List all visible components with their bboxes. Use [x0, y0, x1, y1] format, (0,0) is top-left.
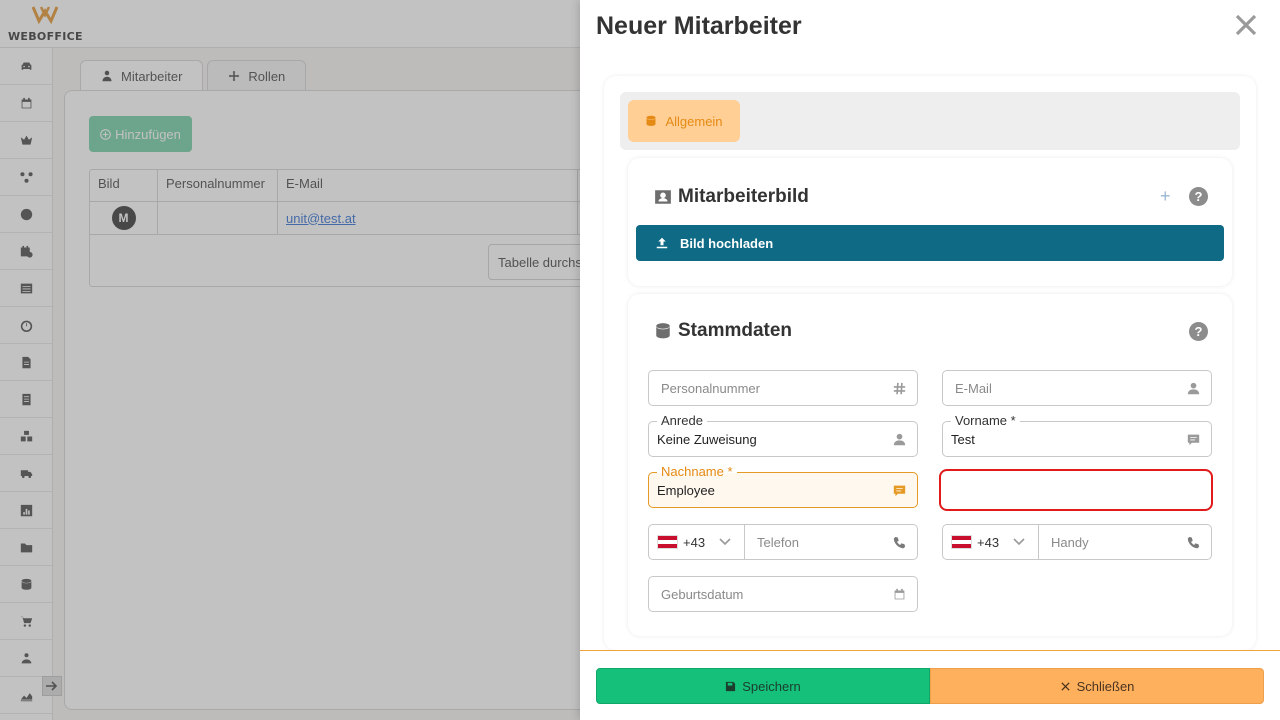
field-value: Keine Zuweisung — [657, 432, 757, 447]
hashtag-icon — [893, 382, 906, 395]
country-code-select[interactable]: +43 — [649, 525, 745, 559]
id-badge-icon — [655, 190, 671, 204]
help-icon[interactable]: ? — [1189, 187, 1208, 206]
field-label: Vorname * — [951, 413, 1020, 429]
save-button[interactable]: Speichern — [596, 668, 930, 704]
field-label: Nachname * — [657, 464, 737, 480]
country-code: +43 — [683, 535, 706, 550]
employee-image-card: Mitarbeiterbild + ? Bild hochladen — [628, 158, 1232, 286]
country-code-select[interactable]: +43 — [943, 525, 1039, 559]
placeholder: Geburtsdatum — [661, 587, 744, 602]
nachname-field[interactable]: Nachname * Employee — [648, 464, 918, 508]
placeholder: Telefon — [757, 535, 799, 550]
placeholder: E-Mail — [955, 381, 992, 396]
chevron-down-icon — [1013, 538, 1025, 546]
chevron-down-icon — [719, 538, 731, 546]
card-title: Mitarbeiterbild — [654, 186, 809, 208]
add-image-icon[interactable]: + — [1160, 186, 1171, 207]
category-label: Allgemein — [665, 113, 723, 129]
drawer-title: Neuer Mitarbeiter — [596, 12, 802, 40]
category-bar: Allgemein — [620, 92, 1240, 150]
database-icon — [656, 323, 670, 339]
upload-image-button[interactable]: Bild hochladen — [636, 225, 1224, 261]
telefon-field[interactable]: +43 Telefon — [648, 524, 918, 560]
highlighted-empty-field[interactable] — [939, 469, 1213, 511]
calendar-icon — [894, 588, 905, 600]
new-employee-drawer: Neuer Mitarbeiter Allgemein Mitarbeiterb… — [580, 0, 1280, 720]
database-icon — [646, 115, 656, 126]
phone-icon — [893, 536, 906, 549]
personalnummer-field[interactable]: Personalnummer — [648, 370, 918, 406]
master-data-card: Stammdaten ? Personalnummer E-Mail Anred… — [628, 294, 1232, 636]
user-icon — [893, 433, 906, 446]
cancel-button[interactable]: Schließen — [930, 668, 1264, 704]
card-title: Stammdaten — [654, 320, 792, 342]
comment-icon — [893, 485, 906, 497]
placeholder: Personalnummer — [661, 381, 760, 396]
anrede-select[interactable]: Anrede Keine Zuweisung — [648, 413, 918, 457]
drawer-footer: Speichern Schließen — [580, 650, 1280, 720]
field-value: Employee — [657, 483, 715, 498]
placeholder: Handy — [1051, 535, 1089, 550]
close-icon — [1235, 14, 1257, 36]
card-title-text: Stammdaten — [678, 320, 793, 341]
close-label: Schließen — [1076, 678, 1135, 694]
austria-flag-icon — [657, 535, 678, 549]
upload-label: Bild hochladen — [680, 235, 774, 251]
user-icon — [1187, 382, 1200, 395]
close-icon — [1060, 681, 1070, 691]
field-value: Test — [951, 432, 975, 447]
save-icon — [726, 681, 736, 691]
modal-overlay[interactable] — [0, 0, 580, 720]
country-code: +43 — [977, 535, 1000, 550]
upload-icon — [656, 237, 668, 249]
help-icon[interactable]: ? — [1189, 322, 1208, 341]
comment-icon — [1187, 434, 1200, 446]
geburtsdatum-field[interactable]: Geburtsdatum — [648, 576, 918, 612]
austria-flag-icon — [951, 535, 972, 549]
save-label: Speichern — [742, 678, 801, 694]
handy-field[interactable]: +43 Handy — [942, 524, 1212, 560]
close-button[interactable] — [1231, 10, 1261, 40]
category-allgemein[interactable]: Allgemein — [628, 100, 740, 142]
phone-icon — [1187, 536, 1200, 549]
field-label: Anrede — [657, 413, 707, 429]
vorname-field[interactable]: Vorname * Test — [942, 413, 1212, 457]
form-container: Allgemein Mitarbeiterbild + ? Bild hochl… — [604, 76, 1256, 650]
email-field[interactable]: E-Mail — [942, 370, 1212, 406]
card-title-text: Mitarbeiterbild — [678, 186, 809, 207]
